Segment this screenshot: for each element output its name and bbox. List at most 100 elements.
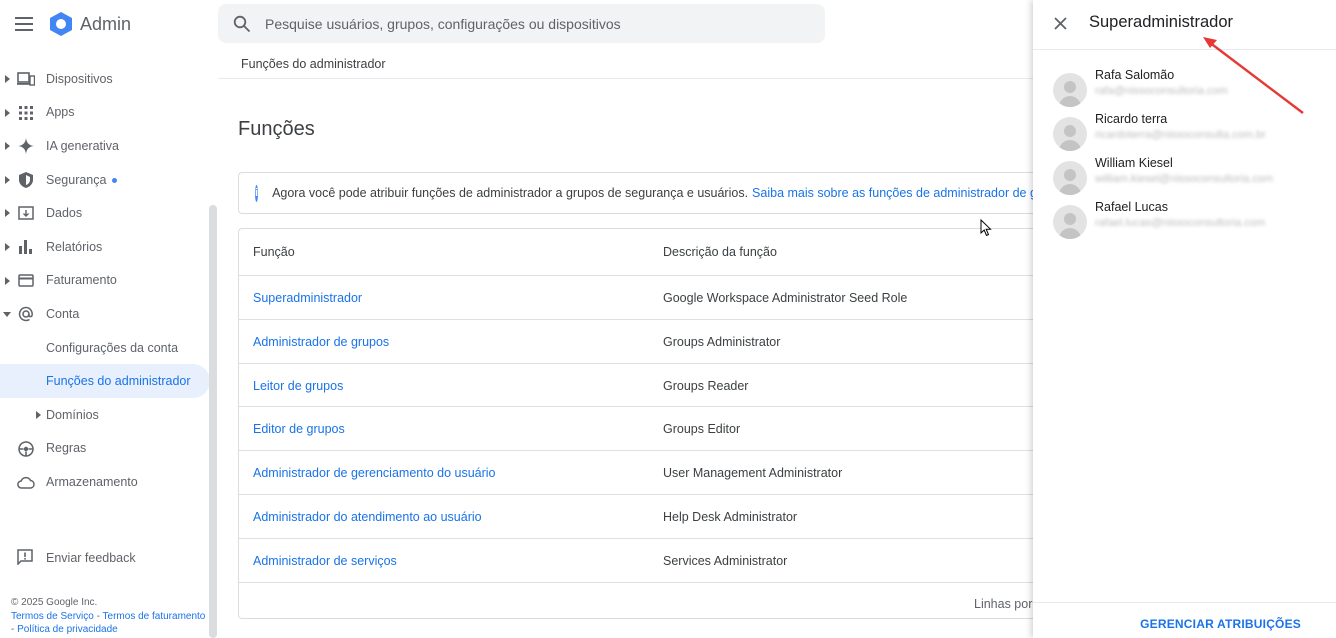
expand-caret-icon[interactable] [34,409,42,421]
sidebar-item-relatorios[interactable]: Relatórios [0,230,210,264]
avatar [1053,73,1087,107]
role-description: Groups Editor [663,422,741,437]
avatar [1053,117,1087,151]
at-sign-icon [17,305,35,323]
role-description: Google Workspace Administrator Seed Role [663,291,908,305]
expand-caret-icon[interactable] [3,241,11,253]
table-row[interactable]: Superadministrador Google Workspace Admi… [239,276,1047,320]
sidebar-item-label: Armazenamento [46,474,138,489]
sidebar-item-regras[interactable]: Regras [0,432,210,466]
role-members-panel: Superadministrador Rafa Salomão rafa@nis… [1033,0,1336,638]
search-input[interactable] [265,15,805,32]
sidebar-item-label: Dados [46,206,83,221]
sidebar-item-label: Apps [46,105,75,120]
separator: - [93,610,103,622]
sidebar-item-apps[interactable]: Apps [0,96,210,130]
breadcrumb: Funções do administrador [218,48,1033,79]
sidebar-nav: Dispositivos Apps IA generativa Seguranç… [0,62,210,499]
avatar [1053,161,1087,195]
sidebar-item-configuracoes-da-conta[interactable]: Configurações da conta [0,331,210,365]
admin-logo[interactable]: Admin [48,11,131,37]
privacy-policy-link[interactable]: Política de privacidade [17,624,118,635]
search-icon [233,15,251,33]
data-folder-icon [17,204,35,222]
sidebar-scrollbar[interactable] [209,205,217,638]
sidebar-item-label-text: Segurança [46,172,107,187]
sidebar-item-dispositivos[interactable]: Dispositivos [0,62,210,96]
close-icon[interactable] [1049,12,1071,34]
billing-terms-link[interactable]: Termos de faturamento [103,611,206,622]
table-row[interactable]: Administrador do atendimento ao usuário … [239,495,1047,539]
admin-console: Admin Dispositivos Apps IA generativa Se… [0,0,1336,638]
panel-header: Superadministrador [1033,0,1336,50]
sidebar-item-label: Segurança [46,172,118,187]
sidebar-item-ia-generativa[interactable]: IA generativa [0,129,210,163]
expand-caret-icon[interactable] [3,73,11,85]
table-header: Função Descrição da função [239,229,1047,276]
member-item[interactable]: Rafael Lucas rafael.lucas@nissoconsultor… [1053,200,1323,240]
credit-card-icon [17,272,35,290]
sidebar-item-armazenamento[interactable]: Armazenamento [0,465,210,499]
sidebar-item-seguranca[interactable]: Segurança [0,163,210,197]
footer-links: Termos de Serviço - Termos de faturament… [11,610,206,637]
sidebar-item-label: Relatórios [46,239,103,254]
sidebar-item-label: IA generativa [46,138,119,153]
table-row[interactable]: Editor de grupos Groups Editor [239,407,1047,452]
role-link[interactable]: Administrador do atendimento ao usuário [253,510,482,524]
role-link[interactable]: Editor de grupos [253,422,345,436]
manage-assignments-button[interactable]: GERENCIAR ATRIBUIÇÕES [1140,617,1301,631]
sidebar-item-conta[interactable]: Conta [0,297,210,331]
member-item[interactable]: Ricardo terra ricardoterra@nissoconsulta… [1053,112,1323,152]
expand-caret-icon[interactable] [3,207,11,219]
member-email: rafa@nissoconsultoria.com [1095,85,1228,97]
collapse-caret-icon[interactable] [3,308,11,320]
sidebar-item-faturamento[interactable]: Faturamento [0,264,210,298]
copyright-text: © 2025 Google Inc. [11,597,98,608]
role-link[interactable]: Administrador de grupos [253,335,389,349]
member-email: ricardoterra@nissoconsulta.com.br [1095,129,1266,141]
table-row[interactable]: Administrador de grupos Groups Administr… [239,320,1047,364]
table-row[interactable]: Administrador de serviços Services Admin… [239,539,1047,583]
learn-more-link[interactable]: Saiba mais sobre as funções de administr… [752,186,1047,200]
sidebar-item-funcoes-do-administrador[interactable]: Funções do administrador [0,364,210,398]
sidebar-item-dados[interactable]: Dados [0,196,210,230]
member-item[interactable]: Rafa Salomão rafa@nissoconsultoria.com [1053,68,1323,108]
info-icon: i [255,184,259,202]
expand-caret-icon[interactable] [3,174,11,186]
apps-grid-icon [17,104,35,122]
brand-bar: Admin [0,0,218,48]
search-bar[interactable] [218,4,825,43]
notification-dot [112,177,118,183]
send-feedback-button[interactable]: Enviar feedback [0,545,210,571]
member-name: Ricardo terra [1095,112,1168,126]
sidebar-item-dominios[interactable]: Domínios [0,398,210,432]
member-email: william.kiesel@nissoconsultoria.com [1095,173,1274,185]
role-link[interactable]: Leitor de grupos [253,379,343,393]
page-title: Funções [238,118,315,140]
info-text: Agora você pode atribuir funções de admi… [272,186,749,200]
cloud-icon [17,473,35,491]
role-link[interactable]: Superadministrador [253,291,362,305]
admin-hexagon-icon [50,12,72,36]
sidebar: Admin Dispositivos Apps IA generativa Se… [0,0,218,638]
member-name: William Kiesel [1095,156,1173,170]
info-banner: i Agora você pode atribuir funções de ad… [238,172,1048,214]
member-item[interactable]: William Kiesel william.kiesel@nissoconsu… [1053,156,1323,196]
expand-caret-icon[interactable] [3,275,11,287]
app-title: Admin [80,13,132,34]
breadcrumb-item[interactable]: Funções do administrador [241,57,386,71]
sidebar-item-label: Domínios [46,407,99,422]
bar-chart-icon [17,238,35,256]
table-row[interactable]: Leitor de grupos Groups Reader [239,364,1047,408]
hamburger-menu-icon[interactable] [0,0,48,48]
column-header-role[interactable]: Função [253,245,295,259]
mouse-cursor-icon [980,219,992,237]
sidebar-item-label: Funções do administrador [46,374,191,389]
role-link[interactable]: Administrador de gerenciamento do usuári… [253,466,496,480]
shield-icon [17,171,35,189]
role-link[interactable]: Administrador de serviços [253,554,397,568]
expand-caret-icon[interactable] [3,140,11,152]
expand-caret-icon[interactable] [3,107,11,119]
table-row[interactable]: Administrador de gerenciamento do usuári… [239,451,1047,495]
terms-of-service-link[interactable]: Termos de Serviço [11,611,94,622]
